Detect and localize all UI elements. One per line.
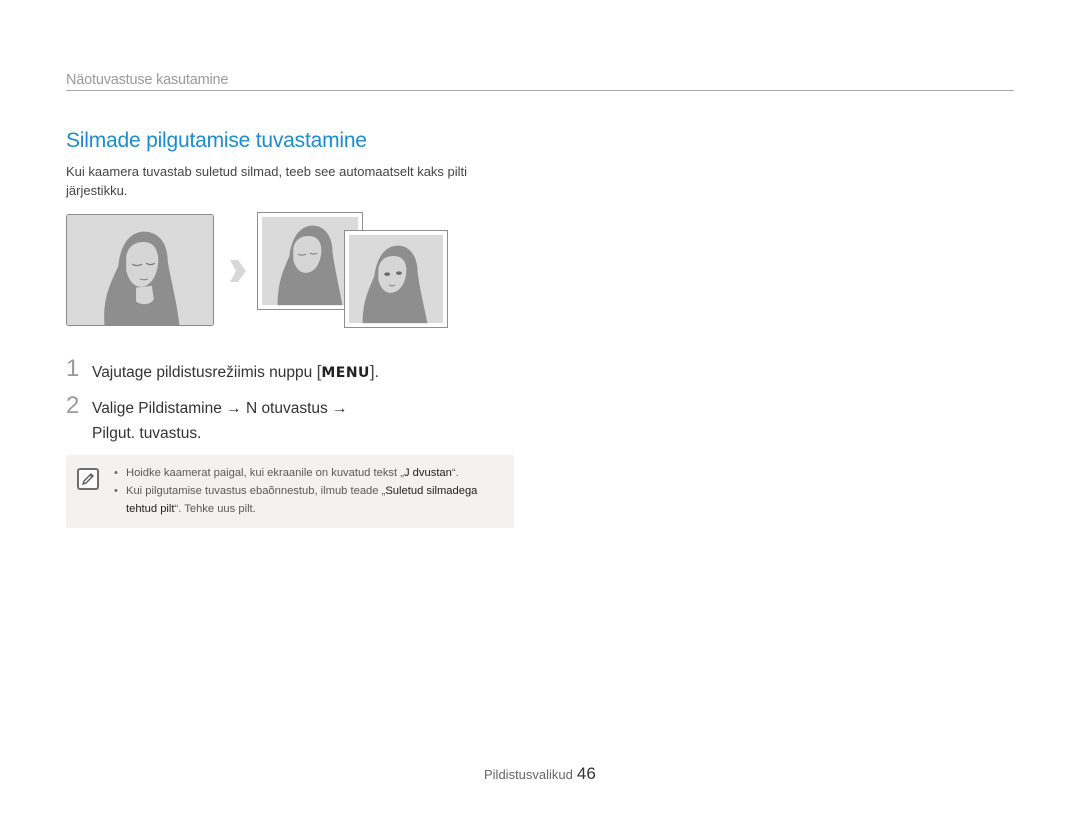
step-number: 2 [66, 392, 80, 419]
step-text: Valige [92, 400, 139, 417]
note-box: Hoidke kaamerat paigal, kui ekraanile on… [66, 455, 514, 528]
photo-burst-second [344, 230, 448, 328]
section-header: Näotuvastuse kasutamine [66, 72, 229, 88]
menu-item-pildistamine: Pildistamine [138, 400, 222, 417]
step-text-end: . [374, 364, 379, 381]
menu-item-naotuvastus: N otuvastus [245, 400, 328, 417]
note-list: Hoidke kaamerat paigal, kui ekraanile on… [114, 464, 506, 518]
note-item: Hoidke kaamerat paigal, kui ekraanile on… [114, 464, 506, 482]
note-pencil-icon [77, 468, 99, 490]
right-arrow-icon [230, 260, 246, 282]
header-divider [66, 90, 1014, 91]
note-item: Kui pilgutamise tuvastus ebaõnnestub, il… [114, 482, 506, 518]
page-footer: Pildistusvalikud 46 [484, 764, 596, 784]
step-text-end: . [197, 425, 202, 442]
page-title: Silmade pilgutamise tuvastamine [66, 129, 367, 152]
menu-item-pilgut-tuvastus: Pilgut. tuvastus [92, 425, 198, 442]
arrow-separator: → [327, 400, 348, 417]
menu-key: MENU [321, 365, 370, 381]
page-number: 46 [576, 764, 596, 783]
step-text: Vajutage pildistusrežiimis nuppu [92, 364, 317, 381]
intro-text: Kui kaamera tuvastab suletud silmad, tee… [66, 164, 468, 198]
note-highlight: J dvustan [403, 467, 452, 479]
step-number: 1 [66, 355, 80, 382]
photo-single-shot [66, 214, 214, 326]
footer-section: Pildistusvalikud [484, 767, 573, 782]
arrow-separator: → [221, 400, 246, 417]
